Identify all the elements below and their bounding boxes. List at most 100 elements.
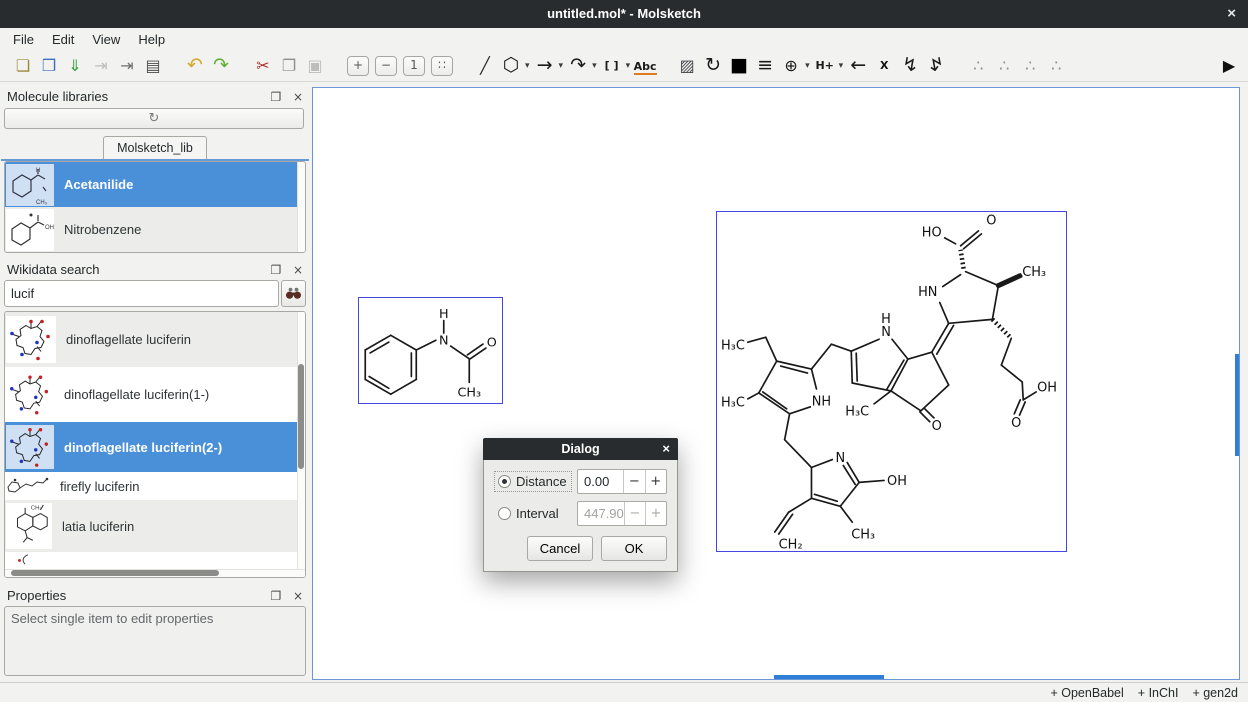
drawing-canvas[interactable]: HNOCH₃ HOOCH₃HNHNH₃CH₃CNHH₃COOHONOHCH₃CH…	[312, 87, 1240, 680]
chain-tool-3-button[interactable]: ∴	[1017, 54, 1043, 78]
save-button[interactable]: ⇓	[62, 54, 88, 78]
ok-button[interactable]: OK	[601, 536, 667, 561]
bracket-tool-button[interactable]: [ ]	[599, 54, 625, 78]
library-scrollbar[interactable]	[297, 162, 305, 252]
bond-flip-tool-button[interactable]: ↯	[897, 54, 923, 78]
search-result-item[interactable]: dinoflagellate luciferin	[5, 312, 305, 367]
charge-tool-dropdown[interactable]: ▾	[805, 60, 810, 71]
chain-tool-4-icon: ∴	[1051, 56, 1061, 75]
zoom-fit-button[interactable]: ∷	[431, 56, 453, 76]
distance-value[interactable]: 0.00	[578, 470, 623, 493]
menu-file[interactable]: File	[4, 30, 43, 49]
dialog-window: Dialog × Distance 0.00 − + Interval 447.…	[483, 438, 678, 572]
titlebar: untitled.mol* - Molsketch ×	[0, 0, 1248, 28]
library-item[interactable]: OHNitrobenzene	[5, 207, 305, 252]
bracket-tool-icon: [ ]	[605, 59, 619, 72]
print-button[interactable]: ▤	[140, 54, 166, 78]
chain-tool-4-button[interactable]: ∴	[1043, 54, 1069, 78]
chain-tool-2-icon: ∴	[999, 56, 1009, 75]
export-icon: ⇥	[120, 56, 133, 75]
copy-button[interactable]: ❐	[276, 54, 302, 78]
new-document-button[interactable]: ❏	[10, 54, 36, 78]
interval-decrement-button: −	[624, 502, 645, 525]
tab-molsketch-lib[interactable]: Molsketch_lib	[103, 136, 207, 159]
draw-bond-button[interactable]: ╱	[472, 54, 498, 78]
text-tool-icon: Abc	[634, 60, 657, 75]
zoom-out-icon: −	[381, 58, 391, 72]
redo-button[interactable]: ↷	[208, 54, 234, 78]
molecule-acetanilide[interactable]: HNOCH₃	[358, 297, 503, 404]
distance-increment-button[interactable]: +	[645, 470, 666, 493]
export-button[interactable]: ⇥	[114, 54, 140, 78]
close-panel-icon[interactable]: ×	[293, 263, 303, 277]
window-close-button[interactable]: ×	[1227, 0, 1236, 28]
distance-radio[interactable]	[498, 475, 511, 488]
search-result-item[interactable]: firefly luciferin	[5, 472, 305, 500]
rotate-tool-button[interactable]: ↻	[700, 54, 726, 78]
menu-edit[interactable]: Edit	[43, 30, 83, 49]
paste-button[interactable]: ▣	[302, 54, 328, 78]
ring-tool-button[interactable]: ⬡	[498, 54, 524, 78]
color-swatch-button[interactable]: ■	[726, 54, 752, 78]
menu-help[interactable]: Help	[129, 30, 174, 49]
charge-tool-button[interactable]: ⊕	[778, 54, 804, 78]
hydrogen-tool-button[interactable]: H+	[812, 54, 838, 78]
interval-radio[interactable]	[498, 507, 511, 520]
text-tool-button[interactable]: Abc	[632, 54, 658, 78]
hatch-tool-button[interactable]: ▨	[674, 54, 700, 78]
delete-tool-button[interactable]: X	[871, 54, 897, 78]
dialog-titlebar[interactable]: Dialog ×	[483, 438, 678, 460]
svg-text:H: H	[439, 307, 449, 322]
menu-view[interactable]: View	[83, 30, 129, 49]
undo-button[interactable]: ↶	[182, 54, 208, 78]
results-horizontal-scroll-thumb[interactable]	[11, 570, 219, 576]
reaction-arrow-dropdown[interactable]: ▾	[559, 60, 564, 71]
refresh-icon: ↻	[149, 111, 160, 126]
cut-button[interactable]: ✂	[250, 54, 276, 78]
molecule-luciferin[interactable]: HOOCH₃HNHNH₃CH₃CNHH₃COOHONOHCH₃CH₂	[716, 211, 1067, 552]
close-panel-icon[interactable]: ×	[293, 90, 303, 104]
bond-flip-mirror-tool-button[interactable]: ↯	[923, 54, 949, 78]
svg-text:O: O	[1011, 416, 1021, 431]
item-label: Nitrobenzene	[64, 222, 141, 237]
canvas-vertical-scroll-thumb[interactable]	[1235, 354, 1239, 456]
search-result-item[interactable]: CH₃latia luciferin	[5, 500, 305, 552]
zoom-out-button[interactable]: −	[375, 56, 397, 76]
bracket-tool-dropdown[interactable]: ▾	[626, 60, 631, 71]
wikidata-search-input[interactable]	[4, 280, 279, 307]
chain-tool-1-button[interactable]: ∴	[965, 54, 991, 78]
mechanism-arrow-dropdown[interactable]: ▾	[592, 60, 597, 71]
results-vertical-scroll-thumb[interactable]	[298, 364, 304, 469]
search-button[interactable]	[281, 280, 306, 307]
close-panel-icon[interactable]: ×	[293, 589, 303, 603]
dialog-close-button[interactable]: ×	[662, 438, 670, 460]
float-panel-icon[interactable]: ❐	[271, 263, 282, 277]
open-file-button[interactable]: ❒	[36, 54, 62, 78]
search-result-item[interactable]: dinoflagellate luciferin(1-)	[5, 367, 305, 422]
chain-tool-2-button[interactable]: ∴	[991, 54, 1017, 78]
library-item[interactable]: CH₃HAcetanilide	[5, 162, 305, 207]
search-result-item[interactable]: dinoflagellate luciferin(2-)	[5, 422, 305, 472]
cancel-button[interactable]: Cancel	[527, 536, 593, 561]
float-panel-icon[interactable]: ❐	[271, 90, 282, 104]
reaction-arrow-button[interactable]: →	[532, 54, 558, 78]
refresh-libraries-button[interactable]: ↻	[4, 108, 304, 129]
search-result-item[interactable]	[5, 552, 305, 567]
zoom-original-button[interactable]: 1	[403, 56, 425, 76]
mechanism-arrow-icon: ↷	[570, 54, 586, 76]
interval-label: Interval	[516, 506, 559, 521]
zoom-in-button[interactable]: +	[347, 56, 369, 76]
float-panel-icon[interactable]: ❐	[271, 589, 282, 603]
ring-tool-dropdown[interactable]: ▾	[525, 60, 530, 71]
line-width-button[interactable]: ≡	[752, 54, 778, 78]
import-button[interactable]: ⇥	[88, 54, 114, 78]
molecule-thumbnail: CH₃H	[6, 164, 54, 206]
interval-spinbox: 447.90 − +	[577, 501, 667, 526]
distance-decrement-button[interactable]: −	[623, 470, 644, 493]
attach-tool-button[interactable]: ←	[845, 54, 871, 78]
print-icon: ▤	[145, 56, 160, 75]
mechanism-arrow-button[interactable]: ↷	[565, 54, 591, 78]
canvas-horizontal-scroll-thumb[interactable]	[774, 675, 884, 679]
hydrogen-tool-dropdown[interactable]: ▾	[839, 60, 844, 71]
toolbar-overflow-button[interactable]: ▶	[1216, 54, 1242, 78]
